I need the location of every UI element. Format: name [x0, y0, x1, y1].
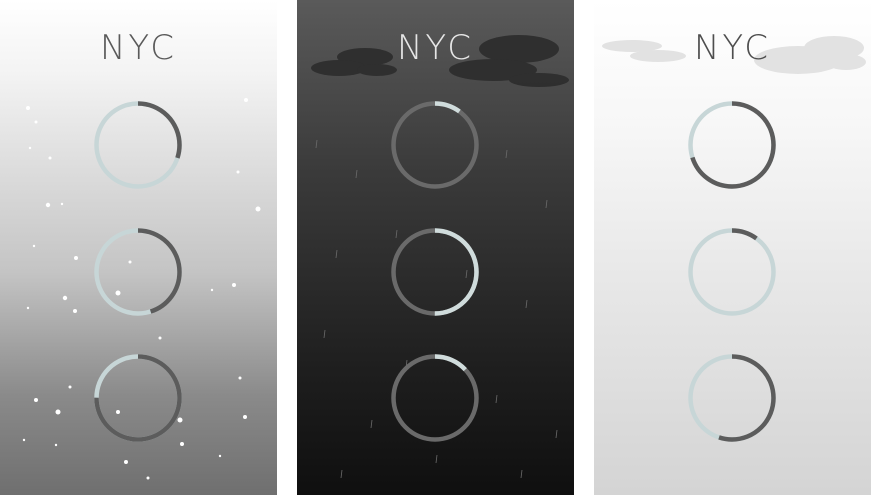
- progress-ring: [688, 354, 776, 442]
- progress-ring: [94, 354, 182, 442]
- progress-ring-track: [688, 228, 776, 316]
- progress-ring: [391, 354, 479, 442]
- cloudy-weather-panel: NYC: [594, 0, 871, 495]
- city-title: NYC: [99, 28, 178, 68]
- progress-ring-track: [391, 101, 479, 189]
- progress-ring: [94, 101, 182, 189]
- progress-ring: [688, 101, 776, 189]
- snow-weather-panel: NYC: [0, 0, 277, 495]
- progress-ring: [94, 228, 182, 316]
- city-title: NYC: [396, 28, 475, 68]
- progress-ring: [688, 228, 776, 316]
- rain-weather-panel: NYC: [297, 0, 574, 495]
- progress-ring: [391, 228, 479, 316]
- city-title: NYC: [693, 28, 772, 68]
- progress-ring: [391, 101, 479, 189]
